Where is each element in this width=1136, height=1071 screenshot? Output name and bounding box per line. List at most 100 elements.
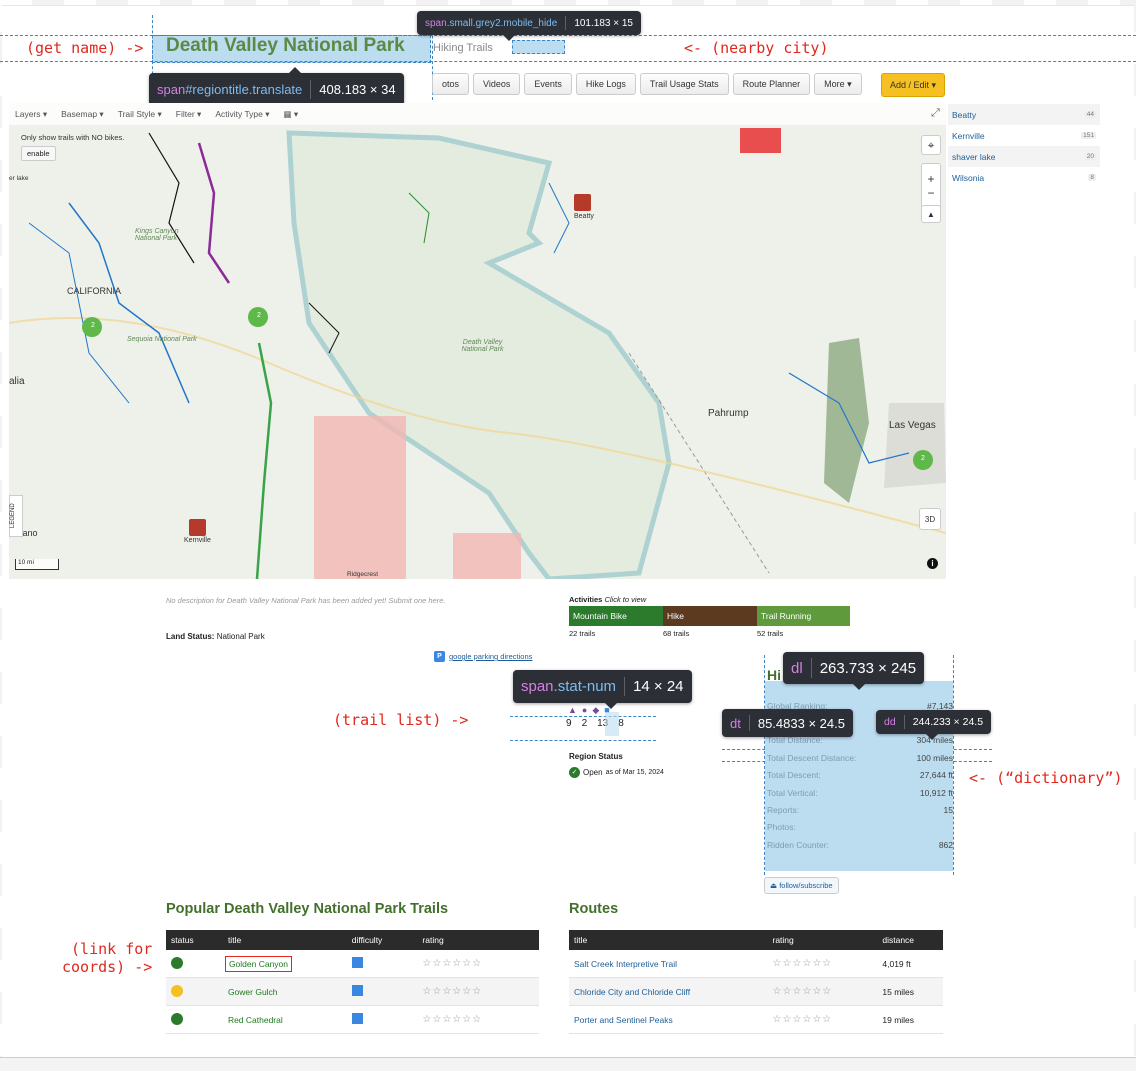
table-row: Porter and Sentinel Peaks ☆☆☆☆☆☆ 19 miles — [569, 1005, 943, 1034]
tip-class: .stat-num — [553, 678, 617, 695]
rating-stars[interactable]: ☆☆☆☆☆☆ — [772, 958, 832, 969]
stat-num-highlight — [605, 712, 619, 736]
tip-size: 14 × 24 — [633, 678, 684, 695]
route-link[interactable]: Salt Creek Interpretive Trail — [574, 959, 677, 969]
inspector-tooltip: dd 244.233 × 24.5 — [876, 710, 992, 740]
compass-icon[interactable]: ▲ — [921, 205, 941, 223]
rating-stars[interactable]: ☆☆☆☆☆☆ — [772, 986, 832, 997]
trail-link[interactable]: Red Cathedral — [228, 1015, 283, 1025]
map-toolbar-item[interactable]: Filter ▾ — [176, 109, 202, 120]
region-status-date: as of Mar 15, 2024 — [605, 769, 664, 776]
tab-1[interactable]: Videos — [473, 73, 521, 95]
routes-heading: Routes — [569, 901, 619, 917]
tip-tag: dd — [884, 716, 896, 728]
status-open-icon — [171, 956, 183, 969]
page-subtitle: Hiking Trails — [433, 42, 493, 54]
table-row: Chloride City and Chloride Cliff ☆☆☆☆☆☆ 15… — [569, 977, 943, 1006]
tab-4[interactable]: Trail Usage Stats — [639, 73, 729, 95]
difficulty-cell — [346, 950, 418, 978]
activity-segment[interactable]: Trail Running — [757, 606, 850, 626]
tip-tag: span — [425, 17, 447, 29]
legend-button[interactable]: LEGEND — [9, 495, 23, 537]
activity-segment[interactable]: Mountain Bike — [569, 606, 663, 626]
nearby-city-item[interactable]: shaver lake 20 — [948, 146, 1100, 167]
nearby-city-name[interactable]: Wilsonia — [952, 173, 984, 183]
nearby-city-count: 8 — [1088, 174, 1096, 181]
activity-segment[interactable]: Hike — [663, 606, 757, 626]
tab-2[interactable]: Events — [524, 73, 572, 95]
nearby-city-item[interactable]: Wilsonia 8 — [948, 167, 1100, 188]
stat-icons: ▲ ● ◆ ■ — [568, 705, 610, 715]
map-toolbar-item[interactable]: Trail Style ▾ — [118, 109, 162, 120]
stat-key: Total Vertical: — [767, 787, 818, 798]
info-icon[interactable]: i — [927, 558, 938, 569]
annotation-dictionary: <- (“dictionary”) — [969, 769, 1123, 787]
3d-button[interactable]: 3D — [919, 508, 941, 530]
cluster-count[interactable]: 2 — [919, 455, 927, 462]
map-toolbar-item[interactable]: ▦ ▾ — [284, 109, 299, 120]
nearby-city-name[interactable]: Beatty — [952, 110, 976, 120]
tip-tag: dt — [730, 715, 741, 731]
title-cell: Salt Creek Interpretive Trail — [569, 950, 768, 978]
tab-3[interactable]: Hike Logs — [575, 73, 636, 95]
route-link[interactable]: Porter and Sentinel Peaks — [574, 1015, 673, 1025]
rating-stars[interactable]: ☆☆☆☆☆☆ — [422, 986, 482, 997]
tip-tag: span — [157, 82, 186, 97]
activity-count: 68 trails — [663, 629, 690, 638]
map[interactable]: Layers ▾ Basemap ▾ Trail Style ▾ Filter ▾ Ac… — [9, 103, 946, 579]
column-header: rating — [767, 930, 878, 950]
stat-num[interactable]: 8 — [618, 718, 624, 729]
tip-class: #regiontitle.translate — [185, 82, 303, 97]
fullscreen-icon[interactable]: ⤢ — [931, 107, 940, 120]
rating-stars[interactable]: ☆☆☆☆☆☆ — [422, 1014, 482, 1025]
table-row: Gower Gulch ☆☆☆☆☆☆ — [166, 977, 539, 1006]
region-status-value: Open — [583, 768, 603, 777]
rating-cell: ☆☆☆☆☆☆ — [767, 977, 878, 1006]
trail-link[interactable]: Gower Gulch — [228, 987, 278, 997]
follow-button[interactable]: ⏏ follow/subscribe — [764, 877, 839, 894]
parking-link[interactable]: P google parking directions — [434, 651, 532, 662]
column-header: title — [569, 930, 768, 950]
tab-6[interactable]: More ▾ — [814, 73, 862, 95]
trail-link[interactable]: Golden Canyon — [224, 955, 293, 972]
stat-num[interactable]: 9 — [566, 718, 572, 729]
nearby-city-highlight — [512, 40, 565, 54]
activities-bar: Mountain Bike Hike Trail Running — [569, 606, 850, 626]
rating-stars[interactable]: ☆☆☆☆☆☆ — [772, 1014, 832, 1025]
land-status-value: National Park — [216, 632, 265, 641]
zoom-controls[interactable]: + − — [921, 163, 941, 209]
route-link[interactable]: Chloride City and Chloride Cliff — [574, 987, 690, 997]
tab-5[interactable]: Route Planner — [732, 73, 811, 95]
map-toolbar-item[interactable]: Activity Type ▾ — [215, 109, 269, 120]
stat-num[interactable]: 2 — [582, 718, 588, 729]
page-title: Death Valley National Park — [166, 35, 405, 56]
stat-row: Total Descent Distance: 100 miles — [767, 749, 953, 766]
enable-button[interactable]: enable — [21, 146, 56, 161]
nearby-cities-list: Beatty 44 Kernville 151 shaver lake 20 Wilsoni… — [948, 104, 1100, 188]
parking-label: google parking directions — [449, 652, 533, 661]
status-caution-icon — [171, 984, 183, 997]
map-toolbar-item[interactable]: Layers ▾ — [15, 109, 47, 120]
nearby-city-item[interactable]: Kernville 151 — [948, 125, 1100, 146]
locate-icon[interactable]: ⌖ — [921, 135, 941, 155]
cluster-count[interactable]: 2 — [89, 322, 97, 329]
status-cell — [166, 977, 223, 1006]
stat-key: Photos: — [767, 822, 796, 833]
region-status-label: Region Status — [569, 752, 623, 761]
title-cell: Porter and Sentinel Peaks — [569, 1005, 768, 1034]
nearby-city-name[interactable]: Kernville — [952, 131, 985, 141]
follow-icon: ⏏ — [770, 881, 778, 890]
column-header: title — [222, 930, 347, 950]
map-toolbar-item[interactable]: Basemap ▾ — [61, 109, 104, 120]
nearby-city-item[interactable]: Beatty 44 — [948, 104, 1100, 125]
add-edit-button[interactable]: Add / Edit ▾ — [881, 73, 945, 97]
tip-size: 263.733 × 245 — [819, 659, 917, 677]
cluster-count[interactable]: 2 — [255, 312, 263, 319]
nearby-city-name[interactable]: shaver lake — [952, 152, 995, 162]
rating-stars[interactable]: ☆☆☆☆☆☆ — [422, 958, 482, 969]
table-row: Salt Creek Interpretive Trail ☆☆☆☆☆☆ 4,019… — [569, 950, 943, 978]
activities-label: Activities — [569, 595, 603, 604]
inspector-tooltip: span #regiontitle.translate 408.183 × 34 — [149, 67, 404, 106]
map-label-beatty: Beatty — [574, 213, 594, 220]
tab-0[interactable]: otos — [432, 73, 470, 95]
